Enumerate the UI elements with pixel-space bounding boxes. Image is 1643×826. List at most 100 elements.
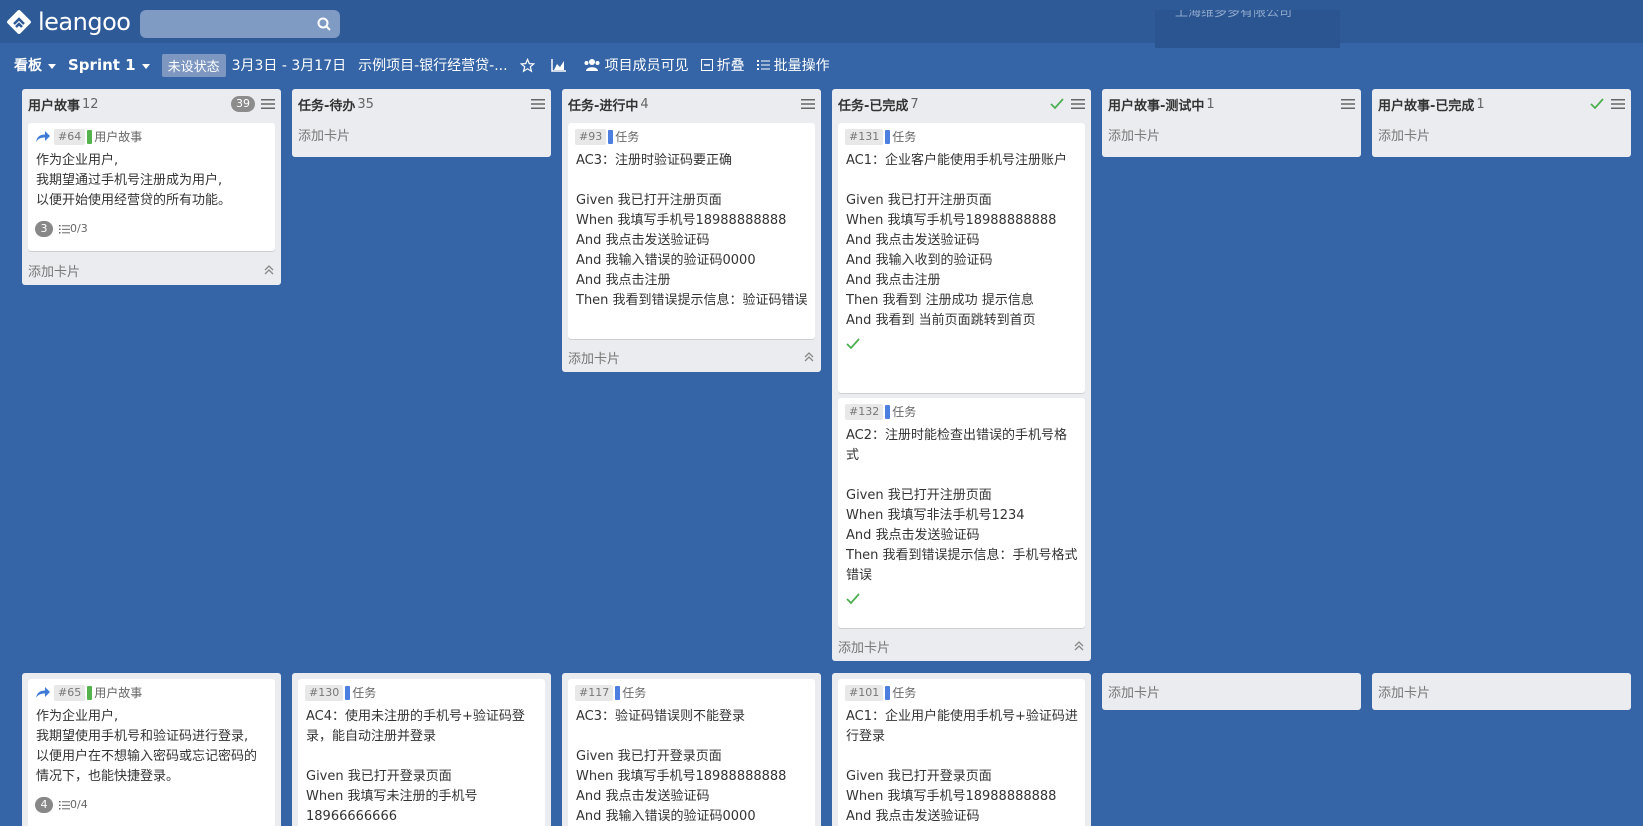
card-93[interactable]: #93 任务 AC3：注册时验证码要正确 Given 我已打开注册页面 When … bbox=[568, 123, 815, 339]
column-header[interactable]: 任务-进行中 4 bbox=[562, 89, 821, 119]
list-icon bbox=[756, 60, 770, 70]
batch-operation-button[interactable]: 批量操作 bbox=[756, 55, 830, 75]
sprint-dates[interactable]: 3月3日 - 3月17日 bbox=[232, 55, 347, 75]
search-icon[interactable] bbox=[316, 16, 332, 32]
logo-text: leangoo bbox=[38, 8, 131, 36]
task-type-marker bbox=[885, 686, 891, 700]
checklist-progress: 0/3 bbox=[70, 222, 88, 235]
logo[interactable]: leangoo bbox=[6, 8, 131, 36]
add-card-button[interactable]: 添加卡片 bbox=[22, 255, 281, 285]
star-button[interactable] bbox=[519, 57, 539, 73]
collapse-icon bbox=[700, 59, 713, 71]
check-icon bbox=[1050, 98, 1064, 110]
menu-icon[interactable] bbox=[531, 98, 545, 110]
sprint-dropdown[interactable]: Sprint 1 bbox=[68, 56, 150, 74]
card-type: 任务 bbox=[352, 686, 377, 700]
card-101[interactable]: #101 任务 AC1：企业用户能使用手机号+验证码进行登录 Given 我已打开… bbox=[838, 679, 1085, 826]
card-body: AC2：注册时能检查出错误的手机号格式 Given 我已打开注册页面 When … bbox=[846, 428, 1078, 583]
add-card-button[interactable]: 添加卡片 bbox=[1372, 119, 1631, 149]
check-icon bbox=[846, 338, 860, 350]
company-name[interactable]: 上海维多多有限公司 bbox=[1155, 10, 1340, 48]
add-card-button[interactable]: 添加卡片 bbox=[1102, 673, 1361, 710]
users-icon bbox=[584, 59, 600, 71]
chart-button[interactable] bbox=[550, 58, 571, 72]
column-story-testing: 用户故事-测试中 1 添加卡片 bbox=[1102, 89, 1361, 157]
card-id: #132 bbox=[845, 404, 884, 420]
count-badge: 3 bbox=[35, 221, 53, 237]
menu-icon[interactable] bbox=[1611, 98, 1625, 110]
add-card-button[interactable]: 添加卡片 bbox=[832, 631, 1091, 661]
column-header[interactable]: 用户故事-测试中 1 bbox=[1102, 89, 1361, 119]
board-toolbar: 看板 Sprint 1 未设状态 3月3日 - 3月17日 示例项目-银行经营贷… bbox=[0, 50, 1643, 80]
card-body: AC3：注册时验证码要正确 Given 我已打开注册页面 When 我填写手机号… bbox=[576, 153, 808, 308]
add-card-button[interactable]: 添加卡片 bbox=[292, 119, 551, 149]
card-body: AC1：企业客户能使用手机号注册账户 Given 我已打开注册页面 When 我… bbox=[846, 153, 1068, 328]
task-type-marker bbox=[608, 130, 614, 144]
card-id: #65 bbox=[54, 685, 86, 701]
share-icon bbox=[36, 131, 50, 142]
area-chart-icon bbox=[550, 59, 566, 72]
add-card-button[interactable]: 添加卡片 bbox=[1372, 673, 1631, 710]
card-type: 任务 bbox=[892, 130, 917, 144]
card-117[interactable]: #117 任务 AC3：验证码错误则不能登录 Given 我已打开登录页面 Whe… bbox=[568, 679, 815, 826]
card-id: #130 bbox=[305, 685, 344, 701]
card-type: 任务 bbox=[892, 686, 917, 700]
swimlane-2-testing: 添加卡片 bbox=[1102, 673, 1361, 710]
column-task-todo: 任务-待办 35 添加卡片 bbox=[292, 89, 551, 157]
board-dropdown[interactable]: 看板 bbox=[14, 55, 56, 75]
add-card-button[interactable]: 添加卡片 bbox=[562, 342, 821, 372]
star-icon bbox=[519, 57, 535, 73]
chevron-down-icon bbox=[141, 63, 150, 69]
status-badge[interactable]: 未设状态 bbox=[161, 53, 226, 77]
card-type: 任务 bbox=[622, 686, 647, 700]
menu-icon[interactable] bbox=[261, 98, 275, 110]
card-id: #101 bbox=[845, 685, 884, 701]
count-badge: 4 bbox=[35, 797, 53, 813]
story-type-marker bbox=[87, 130, 93, 144]
column-header[interactable]: 任务-已完成 7 bbox=[832, 89, 1091, 119]
menu-icon[interactable] bbox=[1071, 98, 1085, 110]
card-body: 作为企业用户, 我期望使用手机号和验证码进行登录, 以便用户在不想输入密码或忘记… bbox=[36, 709, 258, 784]
checklist-icon bbox=[59, 225, 70, 234]
card-body: AC1：企业用户能使用手机号+验证码进行登录 Given 我已打开登录页面 Wh… bbox=[846, 709, 1078, 824]
card-131[interactable]: #131 任务 AC1：企业客户能使用手机号注册账户 Given 我已打开注册页面… bbox=[838, 123, 1085, 393]
check-icon bbox=[1590, 98, 1604, 110]
task-type-marker bbox=[345, 686, 351, 700]
checklist-progress: 0/4 bbox=[70, 798, 88, 811]
card-body: AC4：使用未注册的手机号+验证码登录，能自动注册并登录 Given 我已打开登… bbox=[306, 709, 525, 824]
members-visibility-button[interactable]: 项目成员可见 bbox=[583, 55, 689, 75]
column-header[interactable]: 用户故事-已完成 1 bbox=[1372, 89, 1631, 119]
card-id: #93 bbox=[575, 129, 607, 145]
top-bar: leangoo 上海维多多有限公司 bbox=[0, 0, 1643, 48]
card-body: 作为企业用户, 我期望通过手机号注册成为用户, 以便开始使用经营贷的所有功能。 bbox=[36, 153, 232, 208]
leangoo-logo-icon bbox=[7, 10, 31, 34]
chevron-down-icon bbox=[48, 63, 56, 69]
card-132[interactable]: #132 任务 AC2：注册时能检查出错误的手机号格式 Given 我已打开注册页… bbox=[838, 398, 1085, 628]
card-130[interactable]: #130 任务 AC4：使用未注册的手机号+验证码登录，能自动注册并登录 Give… bbox=[298, 679, 545, 826]
swimlane-2-story-done: 添加卡片 bbox=[1372, 673, 1631, 710]
task-type-marker bbox=[615, 686, 621, 700]
menu-icon[interactable] bbox=[1341, 98, 1355, 110]
collapse-up-icon[interactable] bbox=[803, 351, 815, 363]
card-id: #131 bbox=[845, 129, 884, 145]
collapse-button[interactable]: 折叠 bbox=[700, 55, 745, 75]
menu-icon[interactable] bbox=[801, 98, 815, 110]
column-badge: 39 bbox=[231, 96, 255, 112]
column-header[interactable]: 用户故事 12 39 bbox=[22, 89, 281, 119]
card-64[interactable]: #64 用户故事 作为企业用户, 我期望通过手机号注册成为用户, 以便开始使用经营… bbox=[28, 123, 275, 251]
task-type-marker bbox=[885, 130, 891, 144]
column-header[interactable]: 任务-待办 35 bbox=[292, 89, 551, 119]
card-type: 用户故事 bbox=[94, 130, 143, 144]
project-name[interactable]: 示例项目-银行经营贷-... bbox=[358, 55, 507, 75]
card-type: 用户故事 bbox=[94, 686, 143, 700]
story-type-marker bbox=[87, 686, 93, 700]
search-input[interactable] bbox=[140, 10, 340, 38]
card-65[interactable]: #65 用户故事 作为企业用户, 我期望使用手机号和验证码进行登录, 以便用户在不… bbox=[28, 679, 275, 826]
card-id: #117 bbox=[575, 685, 614, 701]
share-icon bbox=[36, 687, 50, 698]
add-card-button[interactable]: 添加卡片 bbox=[1102, 119, 1361, 149]
check-icon bbox=[846, 593, 860, 605]
collapse-up-icon[interactable] bbox=[263, 264, 275, 276]
collapse-up-icon[interactable] bbox=[1073, 640, 1085, 652]
card-id: #64 bbox=[54, 129, 86, 145]
